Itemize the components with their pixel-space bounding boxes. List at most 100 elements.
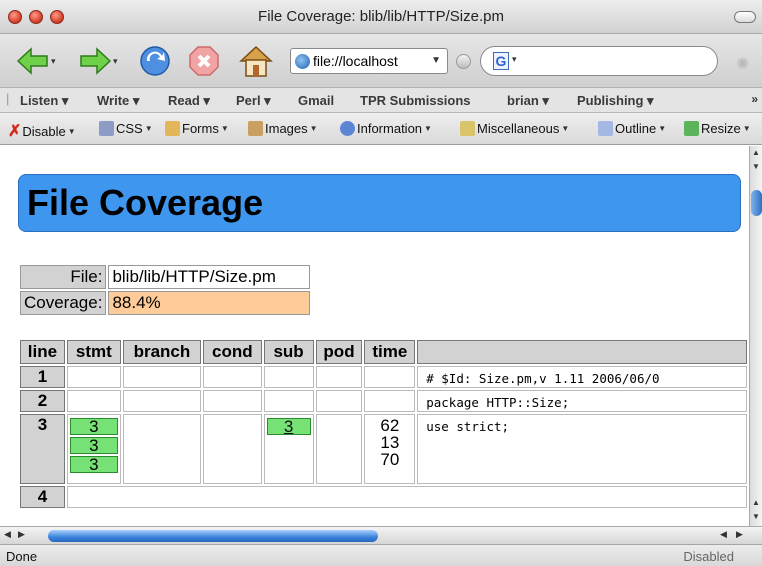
branch-cell [122,414,202,484]
table-row: 2 package HTTP::Size; [20,390,747,412]
webdev-resize-label: Resize [701,121,741,136]
stmt-hit: 3 [69,456,118,473]
stop-button[interactable] [188,43,220,79]
bookmarks-overflow-button[interactable]: » [751,92,758,106]
webdev-information-label: Information [357,121,423,136]
sub-cell [263,366,314,388]
vertical-scroll-thumb[interactable] [751,190,762,216]
branch-cell [122,390,202,412]
css-icon [99,121,114,136]
webdev-disable-menu[interactable]: ✗ Disable ▼ [8,121,76,141]
webdev-forms-menu[interactable]: Forms ▼ [165,121,229,136]
search-engine-dropdown-icon[interactable]: ▾ [512,54,517,65]
sub-coverage-link[interactable]: 3 [266,418,311,435]
window-title: File Coverage: blib/lib/HTTP/Size.pm [258,8,504,25]
scroll-right-icon[interactable]: ▶ [736,529,743,540]
line-number: 2 [20,390,65,412]
source-line: # $Id: Size.pm,v 1.11 2006/06/0 [417,366,747,388]
col-cond: cond [203,340,262,364]
coverage-table: line stmt branch cond sub pod time 1 # $… [18,338,749,510]
bookmark-write[interactable]: Write ▾ [97,93,139,109]
pod-cell [315,414,363,484]
webdev-resize-menu[interactable]: Resize ▼ [684,121,751,136]
home-button[interactable] [238,43,274,79]
forms-icon [165,121,180,136]
time-cell: 62 13 70 [364,414,416,484]
scroll-down-top-icon[interactable]: ▼ [752,162,760,171]
stmt-cell [66,390,121,412]
time-value: 13 [380,433,400,452]
line-number: 4 [20,486,65,508]
forward-button[interactable]: ▾ [78,43,118,79]
time-cell [364,366,416,388]
bookmark-brian[interactable]: brian ▾ [507,93,549,109]
col-sub: sub [263,340,314,364]
scroll-up-bottom-icon[interactable]: ▲ [752,498,760,507]
sub-cell [263,390,314,412]
bookmark-listen[interactable]: Listen ▾ [20,93,68,109]
branch-cell [122,366,202,388]
col-line: line [20,340,65,364]
table-row: 3 3 3 3 3 62 13 70 use strict; [20,414,747,484]
time-value: 62 [380,416,400,435]
file-value: blib/lib/HTTP/Size.pm [108,265,311,289]
images-icon [248,121,263,136]
x-icon: ✗ [8,123,22,140]
scroll-left-end-icon[interactable]: ◀ [720,529,727,540]
status-bar: Done Disabled [0,544,762,566]
horizontal-scrollbar[interactable]: ◀ ▶ ◀ ▶ [0,526,762,544]
info-icon [340,121,355,136]
coverage-table-header: line stmt branch cond sub pod time [20,340,747,364]
stmt-hit: 3 [69,437,118,454]
resize-icon [684,121,699,136]
web-developer-toolbar: ✗ Disable ▼ CSS ▼ Forms ▼ Images ▼ Informati… [0,113,762,145]
webdev-miscellaneous-menu[interactable]: Miscellaneous ▼ [460,121,569,136]
throbber-icon: ✺ [736,56,750,73]
col-time: time [364,340,416,364]
webdev-images-menu[interactable]: Images ▼ [248,121,318,136]
toolbar-grip: | [6,91,10,106]
bookmark-publishing[interactable]: Publishing ▾ [577,93,654,109]
empty-row-cell [66,486,747,508]
scroll-left-icon[interactable]: ◀ [4,529,11,540]
bookmark-read[interactable]: Read ▾ [168,93,210,109]
search-input[interactable]: G ▾ [480,46,718,76]
toolbar-toggle-button[interactable] [734,11,756,23]
col-pod: pod [315,340,363,364]
go-button[interactable] [456,54,471,69]
stmt-cell: 3 3 3 [66,414,121,484]
pod-cell [315,390,363,412]
vertical-scrollbar[interactable]: ▲ ▼ ▲ ▼ [749,146,762,526]
reload-button[interactable] [138,43,172,79]
url-text: file://localhost [313,53,398,69]
bookmark-gmail[interactable]: Gmail [298,93,334,108]
time-cell [364,390,416,412]
coverage-value: 88.4% [108,291,311,315]
tools-icon [460,121,475,136]
col-stmt: stmt [66,340,121,364]
horizontal-scroll-thumb[interactable] [48,530,378,542]
page-viewport: File Coverage File: blib/lib/HTTP/Size.p… [0,146,749,526]
scroll-down-icon[interactable]: ▼ [752,512,760,521]
navigation-toolbar: ▾ ▾ file://localhost ▼ G ▾ ✺ [0,34,762,88]
webdev-outline-menu[interactable]: Outline ▼ [598,121,666,136]
scroll-right-start-icon[interactable]: ▶ [18,529,25,540]
file-info-table: File: blib/lib/HTTP/Size.pm Coverage: 88… [18,263,312,317]
coverage-label: Coverage: [20,291,107,315]
webdev-css-menu[interactable]: CSS ▼ [99,121,153,136]
bookmark-perl[interactable]: Perl ▾ [236,93,271,109]
webdev-information-menu[interactable]: Information ▼ [340,121,432,136]
back-arrow-icon [16,47,48,75]
url-dropdown-icon[interactable]: ▼ [431,49,441,73]
stop-icon [189,46,219,76]
url-input[interactable]: file://localhost ▼ [290,48,448,74]
bookmark-tpr-submissions[interactable]: TPR Submissions [360,93,471,108]
scroll-up-icon[interactable]: ▲ [752,148,760,157]
pod-cell [315,366,363,388]
forward-arrow-icon [80,47,112,75]
globe-icon [295,54,310,69]
webdev-forms-label: Forms [182,121,219,136]
reload-icon [140,46,170,76]
back-button[interactable]: ▾ [16,43,56,79]
search-engine-icon[interactable]: G [493,52,509,70]
